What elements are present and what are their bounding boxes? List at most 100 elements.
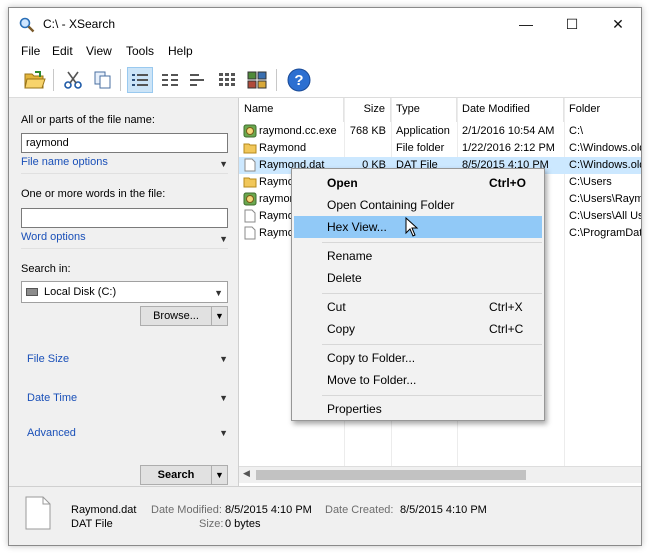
status-date-modified-label: Date Modified: [151,504,222,516]
window-title: C:\ - XSearch [43,17,116,31]
magnifier-app-icon [19,17,35,33]
details-view-button[interactable] [127,67,153,93]
status-file-type: DAT File [71,518,113,530]
exe-icon [243,124,257,138]
menu-edit[interactable]: Edit [52,44,73,58]
file-name-options-dropdown[interactable]: File name options ▼ [21,156,228,174]
document-icon [244,158,256,172]
list-view-button[interactable] [157,67,183,93]
toolbar: ? [9,62,641,98]
menu-copy[interactable]: Copy Ctrl+C [294,318,542,340]
menu-properties-label: Properties [327,402,382,416]
menu-copy-label: Copy [327,322,356,336]
column-folder[interactable]: Folder [564,98,641,122]
advanced-section[interactable]: Advanced ▼ [21,419,228,447]
tiles-view-button[interactable] [214,67,240,93]
scroll-left-icon[interactable]: ◀ [243,468,250,479]
chevron-down-icon: ▼ [214,288,223,298]
copy-button[interactable] [90,67,116,93]
chevron-down-icon: ▼ [219,354,228,364]
menu-open-containing-folder[interactable]: Open Containing Folder [294,194,542,216]
word-options-dropdown[interactable]: Word options ▼ [21,231,228,249]
row-type: File folder [396,142,445,154]
file-size-section[interactable]: File Size ▼ [21,345,228,373]
menu-properties[interactable]: Properties [294,398,542,420]
menu-bar: File Edit View Tools Help [9,40,641,62]
status-date-created-value: 8/5/2015 4:10 PM [400,504,487,516]
scrollbar-thumb[interactable] [256,470,526,480]
words-input[interactable] [21,208,228,228]
advanced-label: Advanced [27,427,76,439]
menu-move-to-folder[interactable]: Move to Folder... [294,369,542,391]
chevron-down-icon[interactable]: ▼ [211,466,227,484]
date-time-label: Date Time [27,392,78,404]
status-size-label: Size: [199,518,224,530]
menu-cut[interactable]: Cut Ctrl+X [294,296,542,318]
small-icons-view-button[interactable] [185,67,211,93]
row-modified: 1/22/2016 2:12 PM [462,142,555,154]
exe-icon [243,192,257,206]
table-row[interactable]: Raymond File folder 1/22/2016 2:12 PM C:\Wi… [239,140,641,157]
table-row[interactable]: raymond.cc.exe 768 KB Application 2/1/2016 … [239,123,641,140]
small-icons-view-icon [190,74,204,86]
close-button[interactable]: ✕ [595,8,641,40]
copy-icon [94,71,111,89]
horizontal-scrollbar[interactable]: ◀ [239,466,641,483]
tiles-view-icon [219,73,235,86]
row-folder: C:\ProgramData\Mic [569,227,641,239]
chevron-down-icon: ▼ [219,393,228,403]
thumbnails-view-button[interactable] [244,67,270,93]
document-icon [25,496,51,530]
menu-tools[interactable]: Tools [126,44,154,58]
menu-copy-shortcut: Ctrl+C [489,322,524,336]
menu-copy-to-folder[interactable]: Copy to Folder... [294,347,542,369]
cut-button[interactable] [60,67,86,93]
chevron-down-icon: ▼ [219,428,228,438]
chevron-down-icon[interactable]: ▼ [211,307,227,325]
list-view-icon [162,74,178,86]
column-name[interactable]: Name [239,98,344,122]
word-options-label: Word options [21,231,86,243]
search-split-button[interactable]: Search ▼ [140,465,228,485]
row-size: 768 KB [349,125,386,137]
menu-copy-to-folder-label: Copy to Folder... [327,351,416,365]
drive-icon [26,288,38,296]
search-panel: All or parts of the file name: raymond F… [9,98,237,486]
menu-view[interactable]: View [86,44,112,58]
open-folder-icon [24,71,46,89]
menu-cut-label: Cut [327,300,346,314]
search-in-label: Search in: [21,263,71,275]
browse-button[interactable]: Browse... [141,307,211,325]
menu-file[interactable]: File [21,44,40,58]
menu-delete[interactable]: Delete [294,267,542,289]
search-in-value: Local Disk (C:) [44,286,117,298]
thumbnails-view-icon [247,71,267,89]
row-folder: C:\Windows.old\Use [569,142,641,154]
menu-delete-label: Delete [327,271,362,285]
row-folder: C:\Users [569,176,612,188]
date-time-section[interactable]: Date Time ▼ [21,384,228,412]
search-in-select[interactable]: Local Disk (C:) ▼ [21,281,228,303]
browse-split-button[interactable]: Browse... ▼ [140,306,228,326]
open-folder-button[interactable] [22,67,48,93]
status-date-created-label: Date Created: [325,504,394,516]
help-button[interactable]: ? [286,67,312,93]
status-date-modified-value: 8/5/2015 4:10 PM [225,504,312,516]
menu-open[interactable]: Open Ctrl+O [294,172,542,194]
minimize-button[interactable]: — [503,8,549,40]
maximize-button[interactable]: ☐ [549,8,595,40]
menu-help[interactable]: Help [168,44,193,58]
menu-rename[interactable]: Rename [294,245,542,267]
status-file-name: Raymond.dat [71,504,137,516]
file-name-options-label: File name options [21,156,108,168]
search-button[interactable]: Search [141,466,211,484]
title-bar[interactable]: C:\ - XSearch — ☐ ✕ [9,8,641,40]
context-menu: Open Ctrl+O Open Containing Folder Hex V… [291,168,545,421]
menu-hex-view-label: Hex View... [327,220,387,234]
chevron-down-icon: ▼ [219,234,228,244]
file-name-input[interactable]: raymond [21,133,228,153]
row-name: raymond.cc.exe [259,125,337,137]
column-type[interactable]: Type [391,98,457,122]
column-date-modified[interactable]: Date Modified [457,98,564,122]
column-size[interactable]: Size [344,98,391,122]
